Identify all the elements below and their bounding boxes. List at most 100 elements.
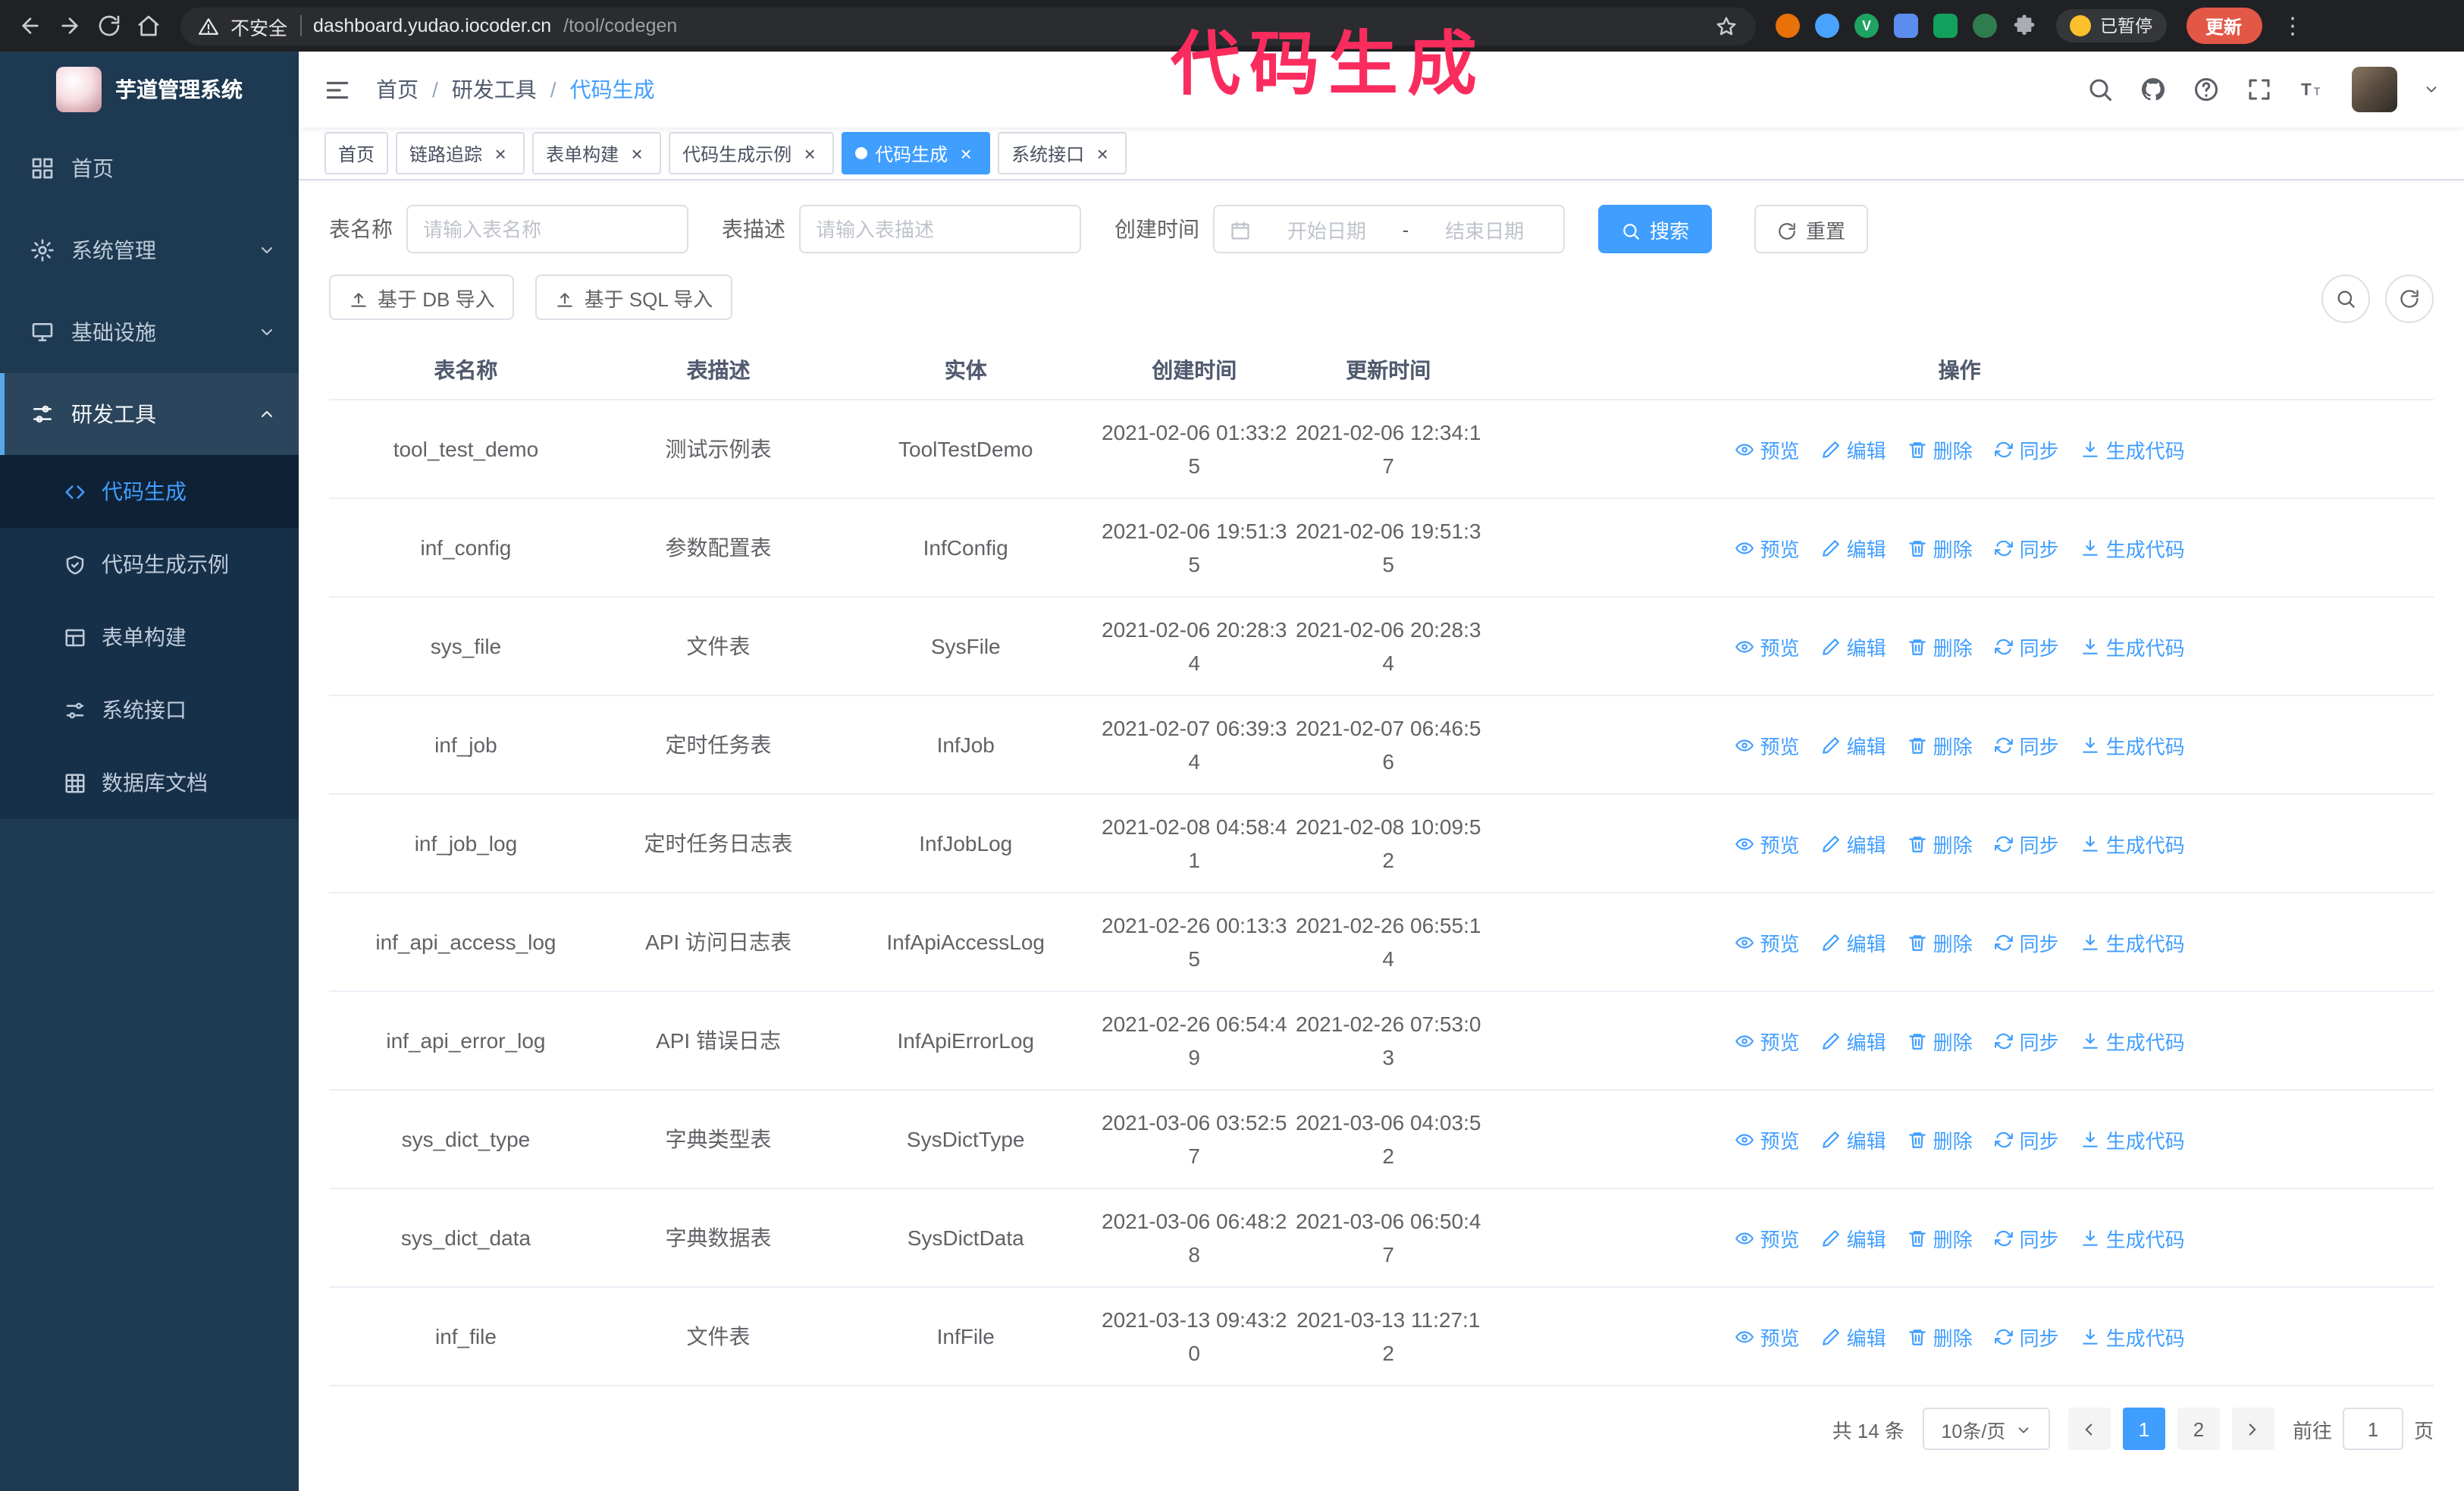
page-button-1[interactable]: 1 <box>2122 1408 2165 1450</box>
close-icon[interactable]: × <box>490 143 511 164</box>
action-delete[interactable]: 删除 <box>1908 730 1973 759</box>
action-edit[interactable]: 编辑 <box>1821 1125 1886 1154</box>
sidebar-subitem-3[interactable]: 系统接口 <box>0 673 299 746</box>
action-sync[interactable]: 同步 <box>1994 829 2059 858</box>
sidebar-item-3[interactable]: 研发工具 <box>0 373 299 455</box>
action-generate[interactable]: 生成代码 <box>2080 533 2185 562</box>
tab-0[interactable]: 首页 <box>324 132 389 174</box>
sidebar-subitem-4[interactable]: 数据库文档 <box>0 746 299 819</box>
caret-down-icon[interactable] <box>2423 76 2440 103</box>
breadcrumb-item[interactable]: 首页 <box>376 74 419 105</box>
forward-icon[interactable] <box>58 14 82 38</box>
search-button[interactable]: 搜索 <box>1598 205 1713 253</box>
table-desc-input[interactable] <box>799 205 1081 253</box>
sidebar-subitem-0[interactable]: 代码生成 <box>0 455 299 528</box>
breadcrumb-item[interactable]: 代码生成 <box>570 74 655 105</box>
close-icon[interactable]: × <box>626 143 647 164</box>
action-delete[interactable]: 删除 <box>1908 928 1973 956</box>
tab-5[interactable]: 系统接口 × <box>998 132 1127 174</box>
sidebar-subitem-1[interactable]: 代码生成示例 <box>0 528 299 601</box>
action-generate[interactable]: 生成代码 <box>2080 730 2185 759</box>
hamburger-icon[interactable] <box>299 75 376 104</box>
action-delete[interactable]: 删除 <box>1908 1322 1973 1351</box>
action-preview[interactable]: 预览 <box>1735 435 1800 463</box>
puzzle-extension-icon[interactable] <box>2012 14 2036 38</box>
goto-page-input[interactable] <box>2342 1408 2403 1450</box>
action-sync[interactable]: 同步 <box>1994 1322 2059 1351</box>
page-size-select[interactable]: 10条/页 <box>1922 1408 2050 1450</box>
action-generate[interactable]: 生成代码 <box>2080 632 2185 661</box>
action-generate[interactable]: 生成代码 <box>2080 928 2185 956</box>
v-green-extension-icon[interactable]: V <box>1854 14 1879 38</box>
action-preview[interactable]: 预览 <box>1735 1322 1800 1351</box>
action-edit[interactable]: 编辑 <box>1821 928 1886 956</box>
bookmark-star-icon[interactable] <box>1715 14 1738 37</box>
sidebar-item-0[interactable]: 首页 <box>0 127 299 209</box>
action-preview[interactable]: 预览 <box>1735 1125 1800 1154</box>
action-delete[interactable]: 删除 <box>1908 829 1973 858</box>
action-preview[interactable]: 预览 <box>1735 829 1800 858</box>
fullscreen-icon[interactable] <box>2246 76 2273 103</box>
import-sql-button[interactable]: 基于 SQL 导入 <box>535 275 733 320</box>
page-button-2[interactable]: 2 <box>2177 1408 2220 1450</box>
action-generate[interactable]: 生成代码 <box>2080 1026 2185 1055</box>
action-sync[interactable]: 同步 <box>1994 1125 2059 1154</box>
green-card-extension-icon[interactable] <box>1933 14 1958 38</box>
close-icon[interactable]: × <box>955 143 977 164</box>
sidebar-subitem-2[interactable]: 表单构建 <box>0 601 299 673</box>
action-edit[interactable]: 编辑 <box>1821 1322 1886 1351</box>
action-generate[interactable]: 生成代码 <box>2080 829 2185 858</box>
action-edit[interactable]: 编辑 <box>1821 730 1886 759</box>
toggle-search-button[interactable] <box>2321 275 2370 323</box>
action-sync[interactable]: 同步 <box>1994 928 2059 956</box>
people-extension-icon[interactable] <box>1894 14 1918 38</box>
search-icon[interactable] <box>2086 76 2114 103</box>
fox-extension-icon[interactable] <box>1776 14 1800 38</box>
action-preview[interactable]: 预览 <box>1735 632 1800 661</box>
action-edit[interactable]: 编辑 <box>1821 1026 1886 1055</box>
action-generate[interactable]: 生成代码 <box>2080 1125 2185 1154</box>
action-edit[interactable]: 编辑 <box>1821 435 1886 463</box>
question-icon[interactable] <box>2193 76 2220 103</box>
github-icon[interactable] <box>2140 76 2167 103</box>
breadcrumb-item[interactable]: 研发工具 <box>452 74 537 105</box>
kebab-menu-icon[interactable]: ⋮ <box>2281 12 2304 39</box>
prev-page-button[interactable] <box>2067 1408 2111 1450</box>
action-delete[interactable]: 删除 <box>1908 632 1973 661</box>
action-edit[interactable]: 编辑 <box>1821 533 1886 562</box>
sidebar-logo[interactable]: 芋道管理系统 <box>0 52 299 127</box>
refresh-icon[interactable] <box>97 14 121 38</box>
home-icon[interactable] <box>136 14 161 38</box>
action-sync[interactable]: 同步 <box>1994 730 2059 759</box>
action-generate[interactable]: 生成代码 <box>2080 1322 2185 1351</box>
action-preview[interactable]: 预览 <box>1735 1223 1800 1252</box>
action-sync[interactable]: 同步 <box>1994 632 2059 661</box>
sidebar-item-2[interactable]: 基础设施 <box>0 291 299 373</box>
action-generate[interactable]: 生成代码 <box>2080 435 2185 463</box>
close-icon[interactable]: × <box>799 143 820 164</box>
close-icon[interactable]: × <box>1092 143 1113 164</box>
paused-badge[interactable]: 已暂停 <box>2056 9 2166 42</box>
action-preview[interactable]: 预览 <box>1735 730 1800 759</box>
action-delete[interactable]: 删除 <box>1908 1026 1973 1055</box>
tab-3[interactable]: 代码生成示例 × <box>669 132 835 174</box>
avatar[interactable] <box>2352 67 2397 112</box>
action-delete[interactable]: 删除 <box>1908 1125 1973 1154</box>
action-edit[interactable]: 编辑 <box>1821 829 1886 858</box>
action-delete[interactable]: 删除 <box>1908 435 1973 463</box>
action-delete[interactable]: 删除 <box>1908 1223 1973 1252</box>
table-name-input[interactable] <box>406 205 688 253</box>
action-generate[interactable]: 生成代码 <box>2080 1223 2185 1252</box>
tab-2[interactable]: 表单构建 × <box>532 132 662 174</box>
import-db-button[interactable]: 基于 DB 导入 <box>329 275 515 320</box>
tab-1[interactable]: 链路追踪 × <box>396 132 525 174</box>
drop-extension-icon[interactable] <box>1815 14 1839 38</box>
next-page-button[interactable] <box>2231 1408 2274 1450</box>
action-sync[interactable]: 同步 <box>1994 435 2059 463</box>
address-bar[interactable]: 不安全 dashboard.yudao.iocoder.cn/tool/code… <box>180 7 1756 45</box>
action-sync[interactable]: 同步 <box>1994 533 2059 562</box>
action-sync[interactable]: 同步 <box>1994 1223 2059 1252</box>
date-range-picker[interactable]: 开始日期 - 结束日期 <box>1213 205 1565 253</box>
sidebar-item-1[interactable]: 系统管理 <box>0 209 299 291</box>
action-edit[interactable]: 编辑 <box>1821 1223 1886 1252</box>
